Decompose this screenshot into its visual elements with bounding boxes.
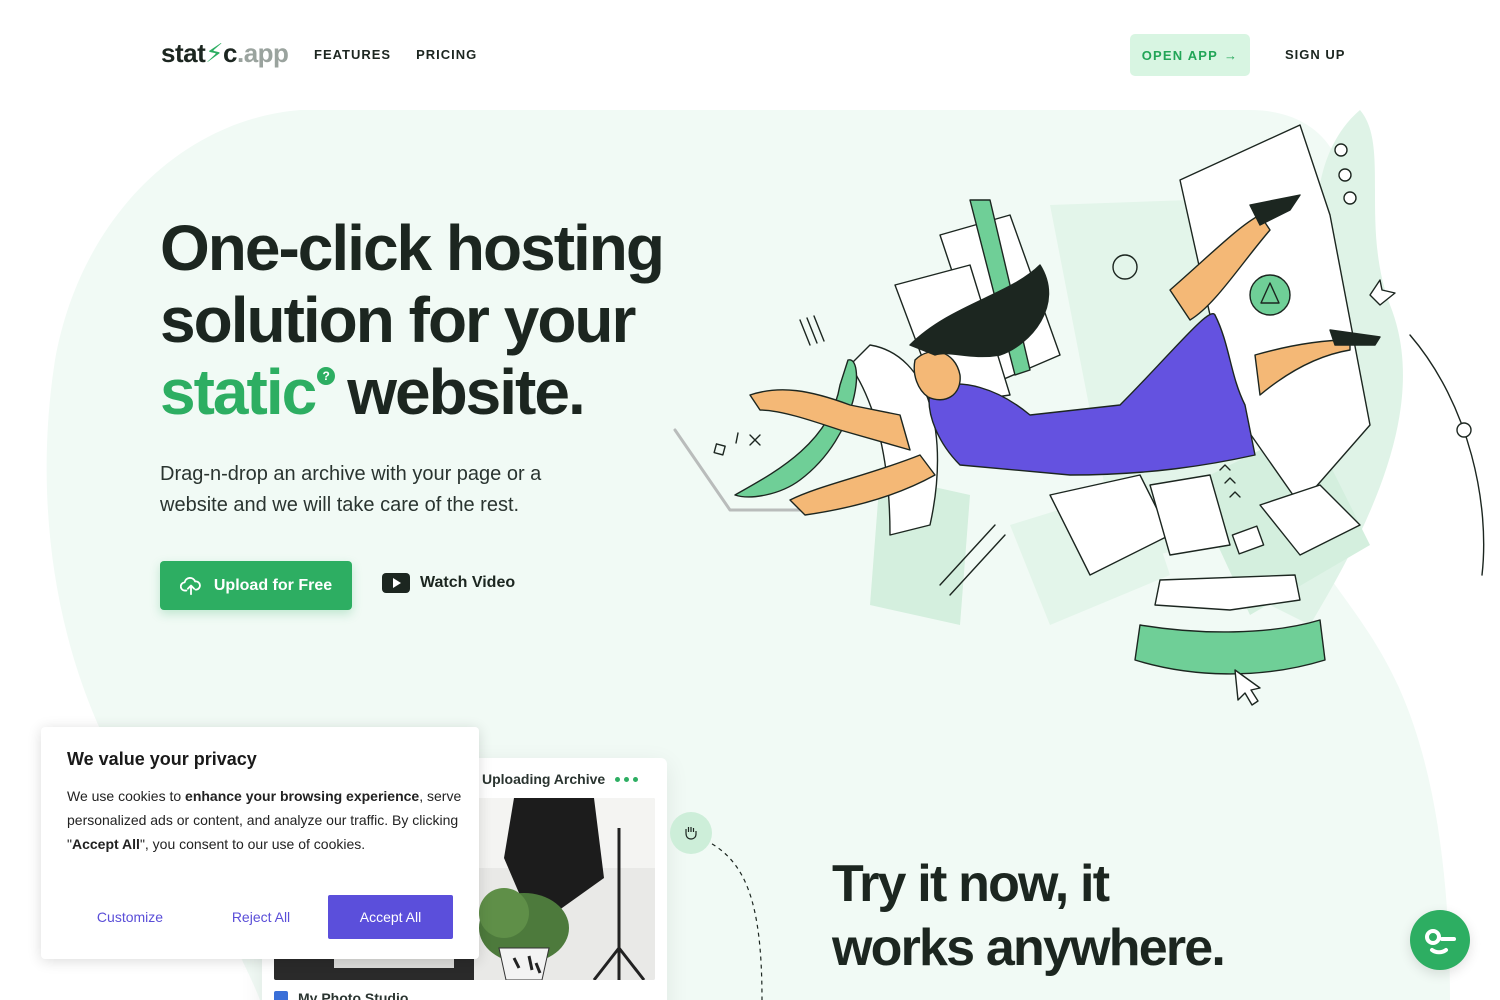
upload-for-free-button[interactable]: Upload for Free xyxy=(160,561,352,610)
hero-illustration xyxy=(673,110,1485,706)
hand-grab-icon xyxy=(670,812,712,854)
bolt-icon: ⚡ xyxy=(205,38,224,68)
cookie-text-bold: enhance your browsing experience xyxy=(185,788,420,804)
section-title-line2: works anywhere. xyxy=(832,919,1226,977)
hero-title-line1: One-click hosting xyxy=(160,212,665,284)
upload-cloud-icon xyxy=(179,576,201,595)
hero-title-end: website. xyxy=(347,356,586,428)
play-video-icon xyxy=(382,573,410,593)
cookie-customize-button[interactable]: Customize xyxy=(67,895,193,939)
hero-title-accent: static xyxy=(160,356,317,428)
cookie-title: We value your privacy xyxy=(67,749,257,769)
logo-tld: .app xyxy=(236,38,289,68)
main-nav: FEATURES PRICING xyxy=(314,47,477,62)
loading-dots-icon xyxy=(615,776,639,782)
open-app-label: OPEN APP xyxy=(1141,47,1219,63)
logo[interactable]: stat ⚡ c .app xyxy=(161,38,289,69)
cookie-text-bold: Accept All xyxy=(71,836,140,852)
chat-widget-icon xyxy=(1425,929,1456,955)
upload-status: Uploading Archive xyxy=(482,760,639,798)
nav-features-link[interactable]: FEATURES xyxy=(314,47,391,62)
hero-title: One-click hosting solution for your stat… xyxy=(160,212,760,428)
hero-title-line2: solution for your xyxy=(160,284,636,356)
watch-video-link[interactable]: Watch Video xyxy=(382,573,515,593)
nav-pricing-link[interactable]: PRICING xyxy=(416,47,477,62)
sign-up-link[interactable]: SIGN UP xyxy=(1285,47,1345,62)
upload-button-label: Upload for Free xyxy=(213,576,333,594)
section-title-line1: Try it now, it xyxy=(832,855,1110,913)
hero-subtitle: Drag-n-drop an archive with your page or… xyxy=(160,463,542,516)
cookie-text-part: We use cookies to xyxy=(67,788,186,804)
cookie-accept-button[interactable]: Accept All xyxy=(328,895,453,939)
open-app-button[interactable]: OPEN APP → xyxy=(1130,34,1250,76)
cookie-text-part: ", you consent to our use of cookies. xyxy=(139,836,366,852)
cookie-reject-button[interactable]: Reject All xyxy=(198,895,324,939)
cookie-text: We use cookies to enhance your browsing … xyxy=(67,784,462,856)
logo-text: stat xyxy=(161,38,206,68)
watch-video-label: Watch Video xyxy=(420,574,516,591)
arrow-right-icon: → xyxy=(1224,47,1239,63)
site-header: stat ⚡ c .app FEATURES PRICING OPEN APP → S… xyxy=(0,0,1500,110)
question-badge-icon[interactable]: ? xyxy=(317,367,336,385)
upload-status-label: Uploading Archive xyxy=(482,771,606,787)
upload-item: My Photo Studio xyxy=(274,990,408,1000)
logo-text-end: c xyxy=(223,38,237,68)
upload-item-label: My Photo Studio xyxy=(298,990,409,1000)
chat-widget-button[interactable] xyxy=(1410,910,1470,970)
dashed-connector xyxy=(704,840,763,1000)
cookie-consent-banner: We value your privacy We use cookies to … xyxy=(41,727,479,959)
folder-icon xyxy=(274,991,288,1000)
section-title: Try it now, it works anywhere. xyxy=(832,852,1226,980)
